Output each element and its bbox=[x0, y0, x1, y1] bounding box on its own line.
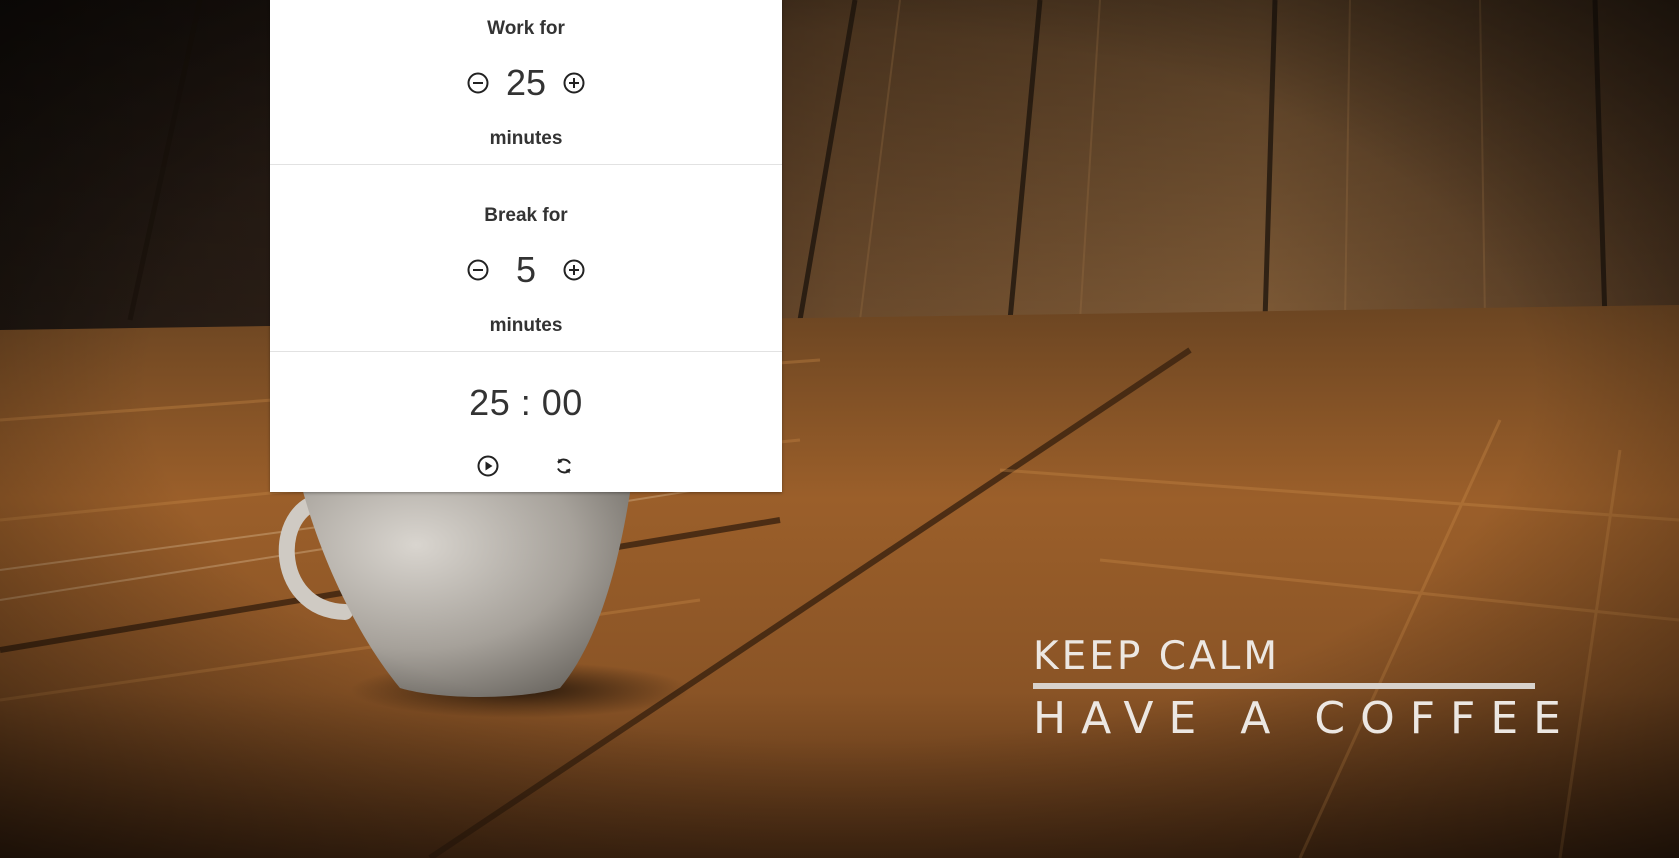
work-section: Work for 25 minutes bbox=[270, 0, 782, 165]
minus-circle-icon bbox=[467, 259, 489, 281]
break-label: Break for bbox=[484, 205, 568, 226]
break-value: 5 bbox=[515, 249, 537, 290]
work-counter: 25 bbox=[270, 58, 782, 108]
break-decrement-button[interactable] bbox=[466, 258, 490, 282]
timer-display: 25 : 00 bbox=[270, 382, 782, 424]
break-section: Break for 5 minutes bbox=[270, 165, 782, 352]
refresh-icon bbox=[557, 458, 571, 474]
break-increment-button[interactable] bbox=[562, 258, 586, 282]
work-increment-button[interactable] bbox=[562, 71, 586, 95]
slogan-divider bbox=[1033, 683, 1535, 689]
minus-circle-icon bbox=[467, 72, 489, 94]
start-button[interactable] bbox=[476, 454, 500, 478]
work-label: Work for bbox=[487, 18, 565, 39]
slogan-line1: KEEP CALM bbox=[1033, 634, 1281, 679]
timer-controls bbox=[270, 454, 782, 478]
work-value: 25 bbox=[505, 62, 547, 103]
reset-button[interactable] bbox=[552, 454, 576, 478]
break-counter: 5 bbox=[270, 245, 782, 295]
pomodoro-panel: Work for 25 minutes Break for 5 minutes … bbox=[270, 0, 782, 492]
timer-separator: : bbox=[520, 382, 532, 423]
timer-minutes: 25 bbox=[469, 382, 511, 423]
play-circle-icon bbox=[477, 455, 499, 477]
plus-circle-icon bbox=[563, 72, 585, 94]
slogan: KEEP CALM HAVE A COFFEE bbox=[1033, 635, 1576, 745]
timer-seconds: 00 bbox=[541, 382, 583, 423]
plus-circle-icon bbox=[563, 259, 585, 281]
timer-section: 25 : 00 bbox=[270, 352, 782, 492]
work-decrement-button[interactable] bbox=[466, 71, 490, 95]
work-unit: minutes bbox=[489, 128, 563, 149]
slogan-line2: HAVE A COFFEE bbox=[1033, 693, 1576, 744]
break-unit: minutes bbox=[489, 315, 563, 336]
